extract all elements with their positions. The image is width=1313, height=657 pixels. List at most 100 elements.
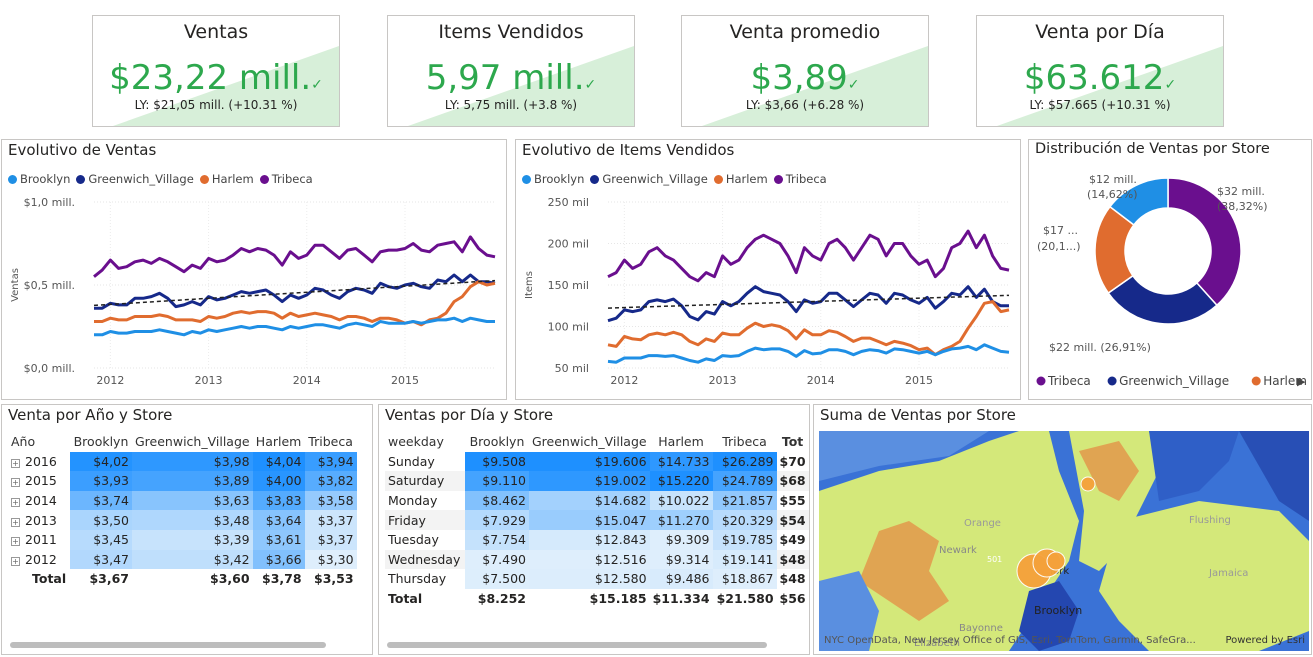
slice-label: $32 mill. [1217, 185, 1265, 198]
table-header-row: Año Brooklyn Greenwich_Village Harlem Tribec… [8, 432, 357, 452]
column-header[interactable]: Harlem [650, 432, 713, 452]
table-cell: $54 [779, 512, 806, 528]
column-header[interactable]: Greenwich_Village [529, 432, 650, 452]
store-sales-map-panel[interactable]: Suma de Ventas por Store Newark Brooklyn… [813, 404, 1312, 655]
column-header[interactable]: Año [8, 432, 70, 452]
map-title: Suma de Ventas por Store [820, 406, 1016, 424]
y-tick-label: 200 mil [548, 238, 589, 251]
items-line-chart-panel[interactable]: Evolutivo de Items Vendidos Brooklyn Gree… [515, 139, 1021, 400]
total-cell: $3,67 [89, 571, 129, 587]
table-cell: $3,98 [132, 451, 253, 472]
table-row[interactable]: Wednesday $7.490 $12.516 $9.314 $19.141 $48 [385, 549, 809, 570]
column-header[interactable]: Tot [777, 432, 809, 452]
y-tick-label: $0,0 mill. [24, 362, 75, 375]
kpi-title: Venta promedio [729, 21, 881, 43]
expand-icon[interactable]: + [11, 537, 20, 547]
column-header[interactable]: Tribeca [713, 432, 777, 452]
legend-item: Greenwich_Village [1119, 374, 1229, 388]
table-cell: $3,66 [252, 549, 305, 570]
table-cell: $3,58 [304, 490, 357, 511]
table-row[interactable]: Saturday $9.110 $19.002 $15.220 $24.789 $68 [385, 471, 809, 491]
table-title: Ventas por Día y Store [385, 406, 554, 424]
legend-dot-icon [1107, 376, 1117, 386]
row-header[interactable]: +2013 [8, 510, 70, 530]
kpi-card[interactable]: Venta promedio $3,89✓ LY: $3,66 (+6.28 %) [681, 15, 929, 127]
table-cell: $7.490 [465, 549, 529, 570]
table-cell: $9.508 [465, 451, 529, 472]
horizontal-scrollbar[interactable] [10, 642, 326, 648]
series-line-greenwich_village [607, 285, 1009, 323]
x-tick-label: 2014 [807, 374, 835, 387]
row-header[interactable]: +2014 [8, 491, 70, 511]
table-row[interactable]: Monday $8.462 $14.682 $10.022 $21.857 $55 [385, 490, 809, 511]
row-header[interactable]: +2012 [8, 550, 70, 570]
column-header[interactable]: weekday [385, 432, 465, 452]
column-header[interactable]: Harlem [253, 432, 305, 452]
row-header[interactable]: +2015 [8, 471, 70, 491]
y-axis-label: Items [524, 271, 535, 299]
table-cell: Tuesday [388, 532, 439, 548]
day-store-table-panel[interactable]: Ventas por Día y Store weekday Brooklyn Gr… [378, 404, 810, 655]
series-line-tribeca [607, 229, 1010, 283]
table-cell: $48 [779, 571, 806, 587]
table-cell: $20.329 [712, 510, 777, 530]
table-cell: $14.682 [529, 490, 650, 511]
table-cell: Thursday [388, 571, 447, 587]
table-row[interactable]: Tuesday $7.754 $12.843 $9.309 $19.785 $49 [385, 529, 809, 550]
table-cell: $3,89 [132, 471, 253, 491]
expand-icon[interactable]: + [11, 556, 20, 566]
kpi-card[interactable]: Venta por Día $63.612✓ LY: $57.665 (+10.31… [976, 15, 1224, 127]
expand-icon[interactable]: + [11, 478, 20, 488]
table-row[interactable]: +2011 $3,45 $3,39 $3,61 $3,37 [8, 529, 357, 550]
horizontal-scrollbar[interactable] [387, 642, 767, 648]
expand-icon[interactable]: + [11, 517, 20, 527]
x-tick-label: 2014 [293, 374, 321, 387]
check-icon: ✓ [311, 77, 323, 93]
day-store-matrix: weekday Brooklyn Greenwich_Village Harlem Tr… [385, 432, 809, 608]
table-cell: $3,39 [132, 529, 253, 550]
kpi-card[interactable]: Ventas $23,22 mill.✓ LY: $21,05 mill. (+10… [92, 15, 340, 127]
year-store-matrix: Año Brooklyn Greenwich_Village Harlem Tribec… [8, 432, 357, 589]
column-header[interactable]: Tribeca [305, 432, 357, 452]
series-line-brooklyn [94, 316, 495, 337]
table-row[interactable]: Sunday $9.508 $19.606 $14.733 $26.289 $70 [385, 451, 809, 472]
table-cell: $10.022 [649, 490, 713, 511]
table-cell: $48 [779, 551, 806, 567]
kpi-card[interactable]: Items Vendidos 5,97 mill.✓ LY: 5,75 mill. … [387, 15, 635, 127]
series-line-tribeca [93, 235, 496, 278]
table-row[interactable]: +2016 $4,02 $3,98 $4,04 $3,94 [8, 451, 357, 472]
store-donut-chart-panel[interactable]: Distribución de Ventas por Store $32 mil… [1028, 139, 1312, 400]
kpi-last-year: LY: $3,66 (+6.28 %) [745, 98, 865, 112]
table-row[interactable]: +2012 $3,47 $3,42 $3,66 $3,30 [8, 549, 357, 570]
total-row: Total $8.252 $15.185 $11.334 $21.580 $56 [385, 589, 809, 609]
ventas-line-chart-panel[interactable]: Evolutivo de Ventas Brooklyn Greenwich_Vi… [1, 139, 507, 400]
table-cell: $19.141 [712, 549, 777, 570]
x-tick-label: 2015 [905, 374, 933, 387]
esri-credit[interactable]: Powered by Esri [1225, 635, 1305, 646]
legend-item: Tribeca [1047, 374, 1091, 388]
legend-dot-icon [1251, 376, 1261, 386]
column-header[interactable]: Brooklyn [70, 432, 132, 452]
expand-icon[interactable]: + [11, 498, 20, 508]
table-cell: $70 [779, 453, 806, 469]
column-header[interactable]: Greenwich_Village [132, 432, 253, 452]
sales-map[interactable]: Newark Brooklyn Bayonne Elizabeth Flushi… [819, 431, 1309, 651]
table-row[interactable]: +2014 $3,74 $3,63 $3,83 $3,58 [8, 490, 357, 511]
table-row[interactable]: +2013 $3,50 $3,48 $3,64 $3,37 [8, 510, 357, 530]
store-donut-chart: $32 mill. (38,32%) $22 mill. (26,91%) $17 .… [1036, 173, 1307, 388]
table-row[interactable]: +2015 $3,93 $3,89 $4,00 $3,82 [8, 471, 357, 491]
row-header[interactable]: +2011 [8, 530, 70, 550]
table-cell: $4,00 [252, 471, 305, 491]
table-cell: $7.929 [465, 510, 529, 530]
column-header[interactable]: Brooklyn [465, 432, 529, 452]
y-tick-label: 50 mil [555, 362, 589, 375]
table-row[interactable]: Friday $7.929 $15.047 $11.270 $20.329 $54 [385, 510, 809, 530]
total-cell: $3,60 [210, 571, 250, 587]
year-store-table-panel[interactable]: Venta por Año y Store Año Brooklyn Greenwi… [1, 404, 373, 655]
row-header[interactable]: +2016 [8, 452, 70, 472]
expand-icon[interactable]: + [11, 458, 20, 468]
table-row[interactable]: Thursday $7.500 $12.580 $9.486 $18.867 $48 [385, 569, 809, 589]
x-tick-label: 2012 [610, 374, 638, 387]
table-cell: $12.843 [529, 529, 650, 550]
slice-label: (14,62%) [1087, 188, 1138, 201]
